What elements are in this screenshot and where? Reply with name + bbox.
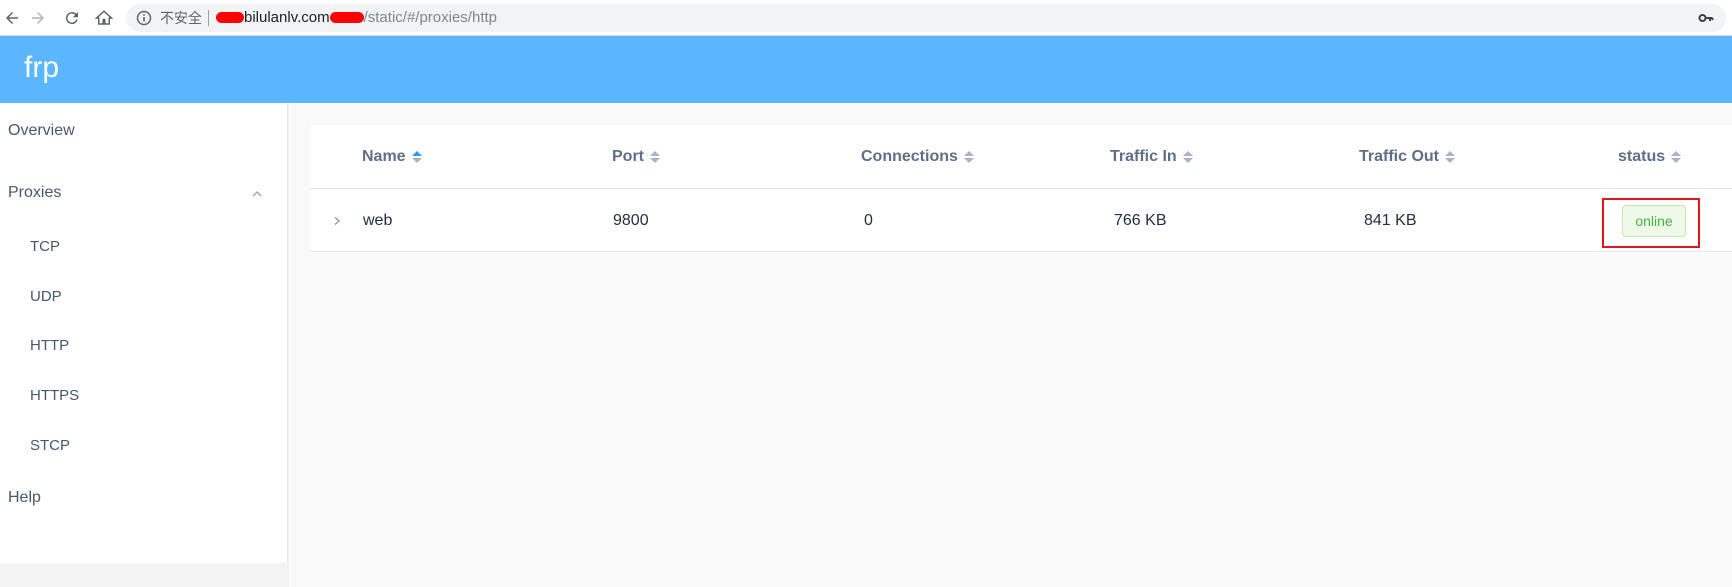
sort-icon[interactable] [1671, 151, 1682, 163]
sidebar: Overview Proxies TCP UDP HTTP HTTPS STCP… [0, 103, 288, 563]
redaction-mark [216, 11, 244, 23]
cell-traffic-out: 841 KB [1364, 212, 1417, 229]
app-header: frp [0, 36, 1732, 103]
home-button[interactable] [92, 6, 116, 30]
key-icon[interactable] [1698, 10, 1714, 26]
sidebar-item-label: Help [8, 489, 41, 506]
address-divider [208, 10, 209, 26]
sort-icon[interactable] [963, 151, 974, 163]
sidebar-item-help[interactable]: Help [0, 478, 287, 518]
sidebar-item-http[interactable]: HTTP [0, 325, 287, 365]
sidebar-item-stcp[interactable]: STCP [0, 425, 287, 465]
cell-port: 9800 [613, 212, 649, 229]
arrow-left-icon [6, 12, 18, 24]
chevron-up-icon [251, 187, 263, 199]
sidebar-item-udp[interactable]: UDP [0, 276, 287, 316]
sidebar-item-proxies[interactable]: Proxies [0, 173, 287, 213]
sidebar-item-label: TCP [30, 237, 60, 255]
table-header: Name Port Connections Traffic In Traffic… [310, 125, 1732, 189]
column-label: Connections [861, 148, 958, 165]
sidebar-item-https[interactable]: HTTPS [0, 375, 287, 415]
security-label[interactable]: 不安全 [160, 10, 202, 26]
url-path: /static/#/proxies/http [363, 9, 497, 26]
column-header-status[interactable]: status [1618, 125, 1682, 189]
sidebar-item-tcp[interactable]: TCP [0, 226, 287, 266]
sort-ascending-icon[interactable] [411, 151, 422, 163]
column-header-traffic-in[interactable]: Traffic In [1110, 125, 1193, 189]
main-content: Name Port Connections Traffic In Traffic… [289, 103, 1732, 587]
redaction-mark [329, 11, 364, 23]
forward-button[interactable] [26, 6, 50, 30]
table-row[interactable]: web 9800 0 766 KB 841 KB online [310, 190, 1732, 252]
cell-name: web [363, 212, 393, 229]
column-header-name[interactable]: Name [362, 125, 422, 189]
chevron-right-icon[interactable] [328, 212, 346, 230]
column-header-port[interactable]: Port [612, 125, 660, 189]
column-label: Traffic In [1110, 148, 1177, 165]
sidebar-item-overview[interactable]: Overview [0, 111, 287, 151]
home-icon [95, 10, 113, 25]
column-label: Port [612, 148, 644, 165]
browser-toolbar: 不安全 bilulanlv.com/static/#/proxies/http [0, 0, 1732, 36]
arrow-right-icon [32, 12, 44, 24]
cell-traffic-in: 766 KB [1114, 212, 1167, 229]
info-icon[interactable] [136, 10, 152, 26]
sidebar-item-label: Overview [8, 122, 75, 139]
column-header-traffic-out[interactable]: Traffic Out [1359, 125, 1456, 189]
back-button[interactable] [0, 6, 24, 30]
sort-icon[interactable] [1182, 151, 1193, 163]
reload-icon [65, 12, 78, 25]
cell-connections: 0 [864, 212, 873, 229]
sidebar-item-label: UDP [30, 287, 62, 305]
sort-icon[interactable] [650, 151, 660, 163]
sidebar-item-label: Proxies [8, 184, 62, 201]
sidebar-item-label: HTTP [30, 336, 70, 354]
column-header-connections[interactable]: Connections [861, 125, 974, 189]
app-brand[interactable]: frp [24, 50, 59, 86]
column-label: Traffic Out [1359, 148, 1440, 165]
sidebar-item-label: STCP [30, 436, 71, 454]
address-bar[interactable]: 不安全 bilulanlv.com/static/#/proxies/http [126, 4, 1726, 32]
status-badge: online [1622, 205, 1686, 237]
url-text[interactable]: bilulanlv.com/static/#/proxies/http [216, 9, 497, 27]
proxies-table: Name Port Connections Traffic In Traffic… [310, 125, 1732, 253]
sort-icon[interactable] [1445, 151, 1456, 163]
url-host: bilulanlv.com [244, 9, 330, 26]
column-label: Name [362, 148, 406, 165]
reload-button[interactable] [60, 6, 84, 30]
sidebar-item-label: HTTPS [30, 386, 80, 404]
column-label: status [1618, 148, 1666, 165]
